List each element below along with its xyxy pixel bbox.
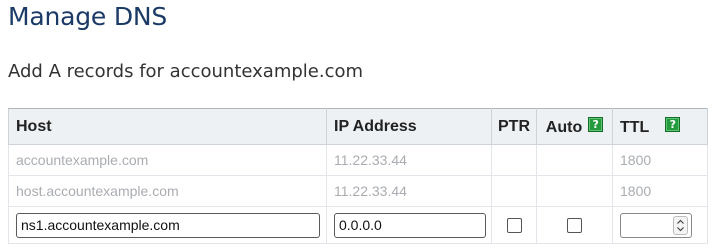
auto-checkbox[interactable] (567, 218, 582, 234)
new-ptr-cell (491, 206, 537, 244)
column-header-ttl-label: TTL (620, 118, 650, 136)
record-ptr (491, 144, 537, 176)
record-ttl: 1800 (612, 175, 708, 207)
help-icon[interactable]: ? (665, 116, 681, 132)
record-auto (536, 144, 613, 176)
column-header-host: Host (8, 108, 327, 145)
host-input[interactable] (16, 212, 320, 238)
new-auto-cell (536, 206, 613, 244)
help-icon[interactable]: ? (588, 116, 604, 132)
record-ttl: 1800 (612, 144, 708, 176)
ip-address-input[interactable] (334, 212, 486, 238)
ptr-checkbox[interactable] (506, 218, 522, 234)
new-record-row (8, 206, 708, 244)
ttl-stepper[interactable] (620, 212, 692, 238)
new-ttl-cell (612, 206, 708, 244)
new-ip-cell (326, 206, 492, 244)
table-header-row: Host IP Address PTR Auto? TTL? (8, 108, 708, 145)
record-auto (536, 175, 613, 207)
column-header-auto: Auto? (536, 108, 613, 145)
record-ip: 11.22.33.44 (326, 175, 492, 207)
record-ip: 11.22.33.44 (326, 144, 492, 176)
record-host: accountexample.com (8, 144, 327, 176)
page-title: Manage DNS (8, 2, 168, 31)
dns-records-table: Host IP Address PTR Auto? TTL? accountex… (8, 108, 708, 244)
column-header-auto-label: Auto (545, 118, 583, 136)
column-header-ip-address: IP Address (326, 108, 492, 145)
page-subtitle: Add A records for accountexample.com (8, 61, 364, 82)
table-row: host.accountexample.com 11.22.33.44 1800 (8, 175, 708, 207)
new-host-cell (8, 206, 327, 244)
column-header-ptr: PTR (491, 108, 537, 145)
record-host: host.accountexample.com (8, 175, 327, 207)
column-header-ttl: TTL? (612, 108, 708, 145)
ttl-input[interactable] (621, 213, 677, 237)
stepper-arrows-icon[interactable] (673, 215, 688, 235)
table-row: accountexample.com 11.22.33.44 1800 (8, 144, 708, 176)
record-ptr (491, 175, 537, 207)
